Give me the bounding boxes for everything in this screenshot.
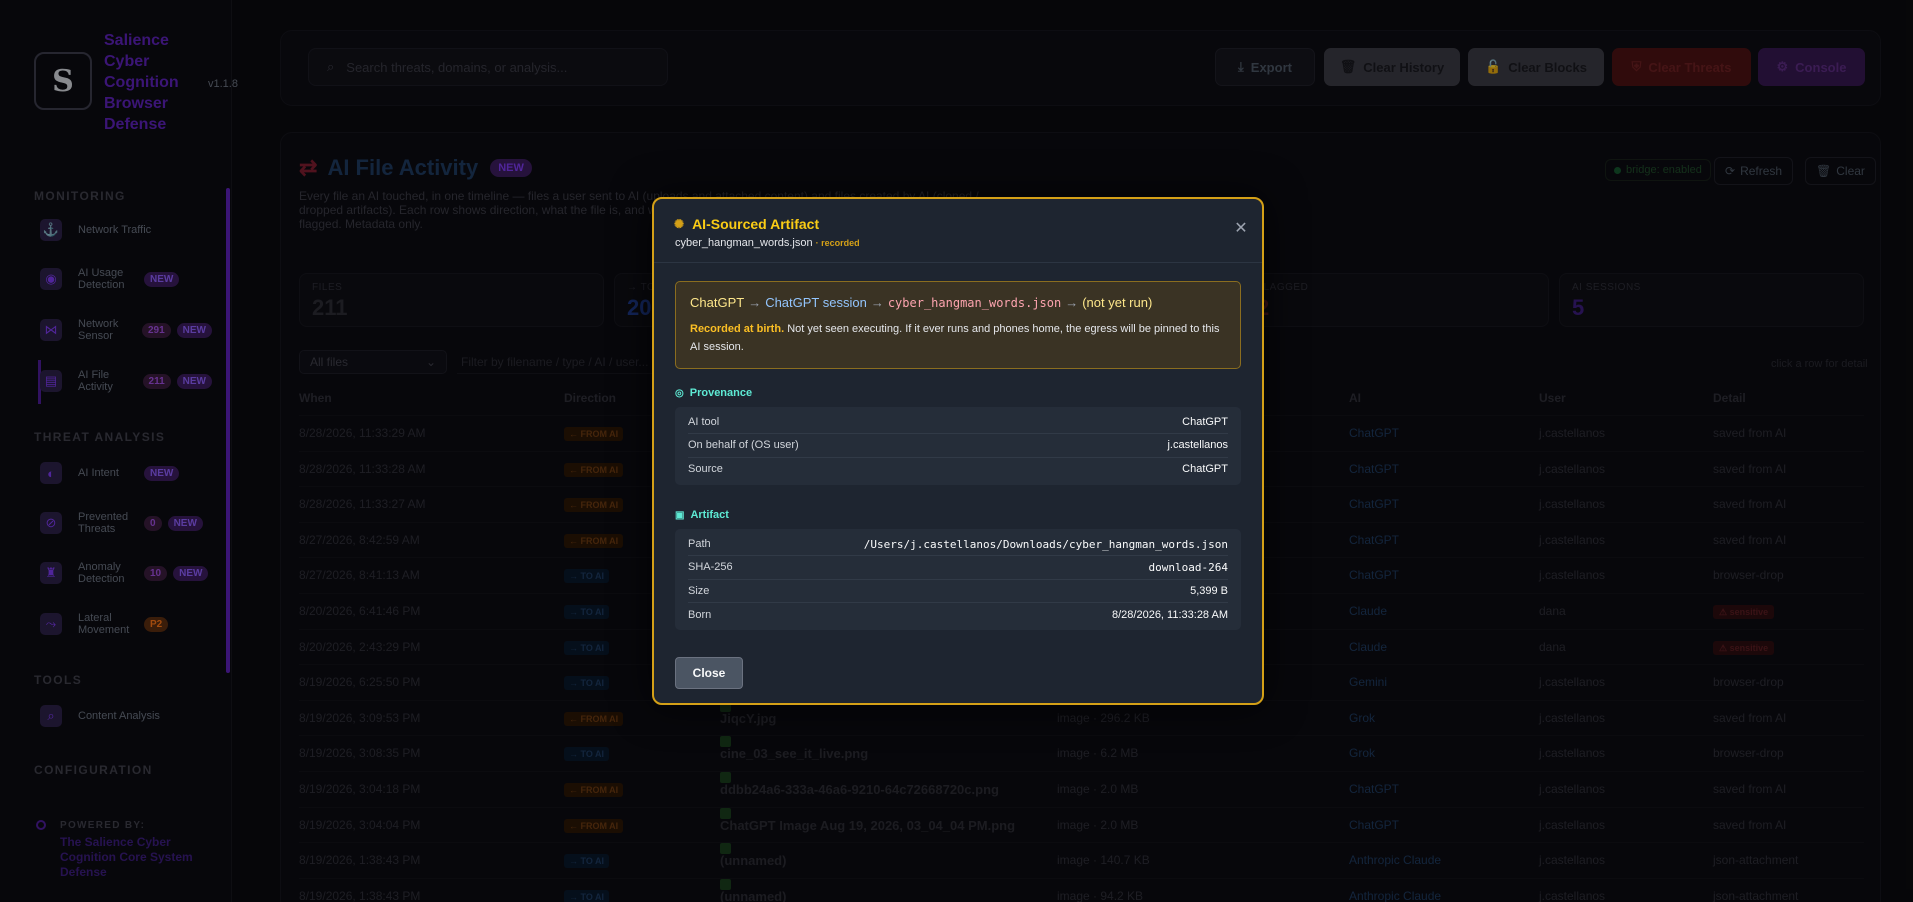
chain-note: Recorded at birth. Not yet seen executin… bbox=[690, 320, 1226, 356]
chain-tool: ChatGPT bbox=[690, 295, 745, 310]
kv-row: On behalf of (OS user) j.castellanos bbox=[688, 434, 1228, 458]
kv-value: 8/28/2026, 11:33:28 AM bbox=[1112, 608, 1228, 621]
kv-value: j.castellanos bbox=[1167, 439, 1228, 452]
chain-session: ChatGPT session bbox=[765, 295, 867, 310]
kv-key: AI tool bbox=[688, 416, 720, 429]
kv-row: Path/Users/j.castellanos/Downloads/cyber… bbox=[688, 533, 1228, 557]
kv-row: Born 8/28/2026, 11:33:28 AM bbox=[688, 603, 1228, 626]
close-icon[interactable]: ✕ bbox=[1232, 220, 1250, 238]
chain-file: cyber_hangman_words.json bbox=[887, 296, 1062, 310]
kv-row: Source ChatGPT bbox=[688, 458, 1228, 481]
artifact-modal: ✺ AI-Sourced Artifact cyber_hangman_word… bbox=[652, 197, 1264, 705]
chain-note-bold: Recorded at birth. bbox=[690, 323, 785, 335]
kv-key: Size bbox=[688, 584, 710, 597]
kv-value: download-264 bbox=[1148, 560, 1228, 574]
modal-title-row: ✺ AI-Sourced Artifact bbox=[674, 216, 819, 232]
kv-key: Path bbox=[688, 538, 711, 551]
kv-row: Size 5,399 B bbox=[688, 580, 1228, 603]
kv-row: SHA-256 download-264 bbox=[688, 556, 1228, 580]
modal-filename: cyber_hangman_words.json bbox=[675, 237, 813, 249]
modal-subtitle: cyber_hangman_words.json · recorded bbox=[675, 237, 860, 249]
kv-key: Source bbox=[688, 463, 723, 476]
close-button[interactable]: Close bbox=[675, 657, 743, 689]
app-root: S Salience Cyber Cognition Browser Defen… bbox=[0, 0, 1913, 902]
chain-line: ChatGPT → ChatGPT session → cyber_hangman_wo… bbox=[690, 294, 1226, 312]
brain-icon: ✺ bbox=[674, 217, 685, 231]
kv-row: AI tool ChatGPT bbox=[688, 411, 1228, 435]
kv-value: /Users/j.castellanos/Downloads/cyber_han… bbox=[863, 537, 1228, 551]
provenance-chain: ChatGPT → ChatGPT session → cyber_hangman_wo… bbox=[675, 281, 1241, 369]
chain-state: (not yet run) bbox=[1082, 295, 1153, 310]
document-icon: ▣ bbox=[675, 509, 685, 521]
kv-key: SHA-256 bbox=[688, 561, 733, 574]
kv-value: ChatGPT bbox=[1182, 416, 1228, 429]
artifact-heading: ▣ Artifact bbox=[675, 509, 729, 521]
arrow-right-icon: → bbox=[1065, 295, 1079, 310]
kv-key: Born bbox=[688, 608, 712, 621]
artifact-title: Artifact bbox=[690, 509, 729, 521]
kv-value: 5,399 B bbox=[1190, 584, 1228, 597]
modal-status: · recorded bbox=[815, 238, 860, 248]
arrow-right-icon: → bbox=[870, 295, 884, 310]
kv-key: On behalf of (OS user) bbox=[688, 439, 799, 452]
modal-header: ✺ AI-Sourced Artifact cyber_hangman_word… bbox=[654, 199, 1262, 263]
provenance-heading: ◎ Provenance bbox=[675, 387, 752, 399]
provenance-table: AI tool ChatGPT On behalf of (OS user) j.c… bbox=[675, 407, 1241, 485]
fingerprint-icon: ◎ bbox=[675, 387, 684, 399]
modal-title: AI-Sourced Artifact bbox=[692, 216, 820, 232]
arrow-right-icon: → bbox=[748, 295, 762, 310]
artifact-table: Path/Users/j.castellanos/Downloads/cyber… bbox=[675, 529, 1241, 631]
provenance-title: Provenance bbox=[689, 387, 753, 399]
kv-value: ChatGPT bbox=[1182, 463, 1228, 476]
